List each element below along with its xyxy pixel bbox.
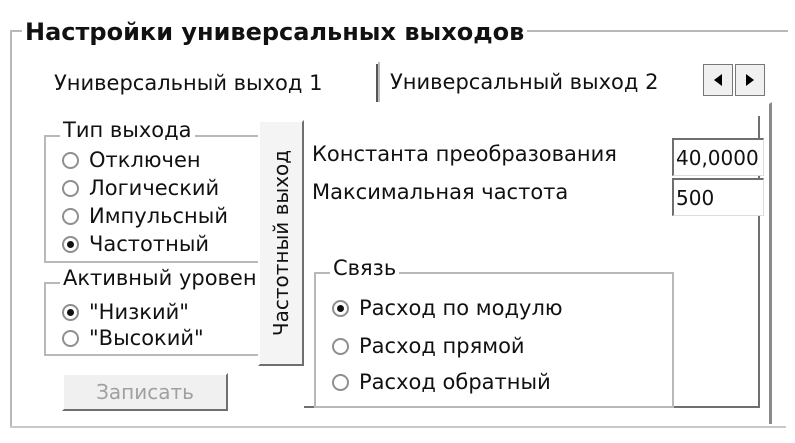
tab-label: Универсальный выход 1 [54, 71, 323, 95]
link-direct-radio[interactable]: Расход прямой [332, 334, 662, 358]
tab-label: Частотный выход [269, 149, 293, 337]
radio-icon [62, 151, 79, 169]
max-frequency-input[interactable]: 500 [672, 178, 764, 216]
radio-checked-icon [62, 303, 79, 321]
radio-label: Расход прямой [359, 334, 525, 358]
tab-label: Универсальный выход 2 [390, 70, 659, 94]
radio-checked-icon [332, 299, 349, 317]
arrow-left-icon [714, 74, 722, 86]
arrow-right-icon [746, 74, 754, 86]
window-title: Настройки универсальных выходов [22, 18, 528, 46]
write-button[interactable]: Записать [62, 373, 228, 411]
tab-universal-output-1[interactable]: Универсальный выход 1 [40, 62, 376, 102]
radio-label: Расход по модулю [359, 296, 563, 320]
active-level-high-radio[interactable]: "Высокий" [62, 326, 258, 350]
radio-icon [62, 329, 79, 347]
tab-frequency-output[interactable]: Частотный выход [258, 120, 304, 366]
tab-scroll-right-button[interactable] [735, 64, 765, 96]
radio-icon [62, 207, 79, 225]
tab-scroll-left-button[interactable] [703, 64, 733, 96]
radio-icon [332, 373, 349, 391]
output-type-frequency-radio[interactable]: Частотный [62, 232, 258, 256]
radio-label: Частотный [89, 232, 210, 256]
frame-bottom-border [10, 426, 786, 428]
radio-label: Импульсный [89, 204, 229, 228]
link-title: Связь [330, 256, 400, 280]
radio-label: "Высокий" [89, 326, 204, 350]
output-type-off-radio[interactable]: Отключен [62, 148, 258, 172]
tab-universal-output-2[interactable]: Универсальный выход 2 [378, 62, 696, 102]
radio-icon [62, 179, 79, 197]
max-frequency-label: Максимальная частота [312, 180, 569, 204]
conversion-constant-input[interactable]: 40,0000 [672, 138, 764, 176]
radio-label: Отключен [89, 148, 201, 172]
radio-icon [332, 337, 349, 355]
radio-label: Логический [89, 176, 220, 200]
output-type-title: Тип выхода [60, 118, 195, 142]
link-reverse-radio[interactable]: Расход обратный [332, 370, 662, 394]
link-abs-radio[interactable]: Расход по модулю [332, 296, 662, 320]
radio-label: "Низкий" [89, 300, 189, 324]
radio-label: Расход обратный [359, 370, 551, 394]
conversion-constant-label: Константа преобразования [312, 142, 617, 166]
output-type-logical-radio[interactable]: Логический [62, 176, 258, 200]
active-level-title: Активный уровень [60, 266, 260, 290]
output-type-pulse-radio[interactable]: Импульсный [62, 204, 258, 228]
radio-checked-icon [62, 235, 79, 253]
active-level-low-radio[interactable]: "Низкий" [62, 300, 258, 324]
